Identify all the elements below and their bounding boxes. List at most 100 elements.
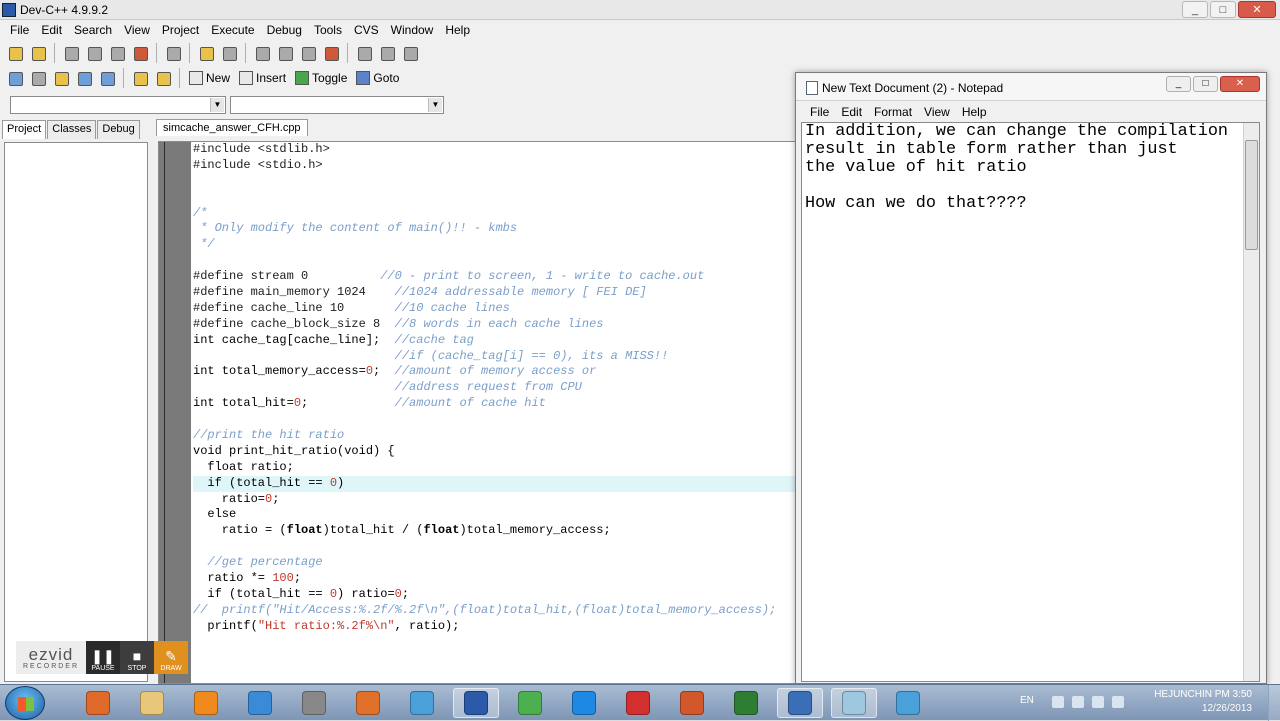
code-line[interactable]: int total_hit=0; //amount of cache hit [193, 396, 797, 412]
code-line[interactable]: //print the hit ratio [193, 428, 797, 444]
project-panel[interactable] [4, 142, 148, 682]
code-line[interactable]: #define cache_line 10 //10 cache lines [193, 301, 797, 317]
ezvid-pause-button[interactable]: ❚❚ PAUSE [86, 641, 120, 674]
undo-icon[interactable] [195, 42, 217, 64]
tab-project[interactable]: Project [2, 120, 47, 139]
code-editor[interactable]: #include <stdlib.h> #include <stdio.h> /*… [158, 141, 798, 684]
taskbar-app-tool-app-2[interactable] [885, 688, 931, 718]
class-combo[interactable]: ▼ [10, 96, 226, 114]
insert-button[interactable]: Insert [235, 67, 290, 89]
code-line[interactable]: //if (cache_tag[i] == 0), its a MISS!! [193, 349, 797, 365]
notepad-close-button[interactable]: ✕ [1220, 76, 1260, 92]
start-button[interactable] [5, 686, 45, 720]
taskbar-app-chrome[interactable] [507, 688, 553, 718]
goto-button[interactable]: Goto [352, 67, 403, 89]
menu-window[interactable]: Window [385, 23, 440, 37]
taskbar-app-notepad[interactable] [831, 688, 877, 718]
code-line[interactable]: ratio = (float)total_hit / (float)total_… [193, 523, 797, 539]
code-line[interactable]: */ [193, 237, 797, 253]
taskbar-app-presentation-app[interactable] [75, 688, 121, 718]
open-project-icon[interactable] [27, 42, 49, 64]
close-file-icon[interactable] [129, 42, 151, 64]
menu-view[interactable]: View [118, 23, 156, 37]
notepad-text-area[interactable]: In addition, we can change the compilati… [801, 122, 1260, 682]
scrollbar-thumb[interactable] [1245, 140, 1258, 250]
code-line[interactable]: else [193, 507, 797, 523]
menu-tools[interactable]: Tools [308, 23, 348, 37]
code-line[interactable]: if (total_hit == 0) [193, 475, 797, 492]
menu-debug[interactable]: Debug [261, 23, 308, 37]
add-file-icon[interactable] [376, 42, 398, 64]
code-line[interactable] [193, 539, 797, 555]
new-file-icon[interactable] [60, 42, 82, 64]
redo-icon[interactable] [218, 42, 240, 64]
taskbar-app-powerpoint[interactable] [669, 688, 715, 718]
file-tab[interactable]: simcache_answer_CFH.cpp [156, 119, 308, 136]
taskbar-app-firefox[interactable] [345, 688, 391, 718]
code-line[interactable] [193, 412, 797, 428]
code-line[interactable]: void print_hit_ratio(void) { [193, 444, 797, 460]
code-line[interactable] [193, 190, 797, 206]
notepad-menu-format[interactable]: Format [868, 105, 918, 119]
about-icon[interactable] [152, 67, 174, 89]
help-icon[interactable] [129, 67, 151, 89]
taskbar-app-tool-app[interactable] [399, 688, 445, 718]
close-button[interactable]: ✕ [1238, 1, 1276, 18]
code-text[interactable]: #include <stdlib.h> #include <stdio.h> /*… [193, 142, 797, 635]
code-line[interactable]: #include <stdlib.h> [193, 142, 797, 158]
member-combo[interactable]: ▼ [230, 96, 444, 114]
taskbar-app-dev-cpp[interactable] [777, 688, 823, 718]
clock[interactable]: HEJUNCHIN PM 3:50 12/26/2013 [1154, 688, 1252, 716]
rebuild-icon[interactable] [73, 67, 95, 89]
taskbar-app-terminal-app[interactable] [723, 688, 769, 718]
menu-project[interactable]: Project [156, 23, 205, 37]
notepad-scrollbar[interactable] [1243, 123, 1259, 681]
notepad-content[interactable]: In addition, we can change the compilati… [805, 123, 1228, 213]
ezvid-draw-button[interactable]: ✎ DRAW [154, 641, 188, 674]
code-line[interactable]: #include <stdio.h> [193, 158, 797, 174]
menu-help[interactable]: Help [439, 23, 476, 37]
code-line[interactable]: ratio=0; [193, 492, 797, 508]
code-line[interactable]: ratio *= 100; [193, 571, 797, 587]
code-line[interactable]: //address request from CPU [193, 380, 797, 396]
code-line[interactable]: // printf("Hit/Access:%.2f/%.2f\n",(floa… [193, 603, 797, 619]
taskbar-app-film-app[interactable] [291, 688, 337, 718]
print-icon[interactable] [162, 42, 184, 64]
volume-icon[interactable] [1092, 696, 1104, 708]
notepad-menu-file[interactable]: File [804, 105, 835, 119]
find-icon[interactable] [251, 42, 273, 64]
replace-icon[interactable] [274, 42, 296, 64]
menu-search[interactable]: Search [68, 23, 118, 37]
toggle-button[interactable]: Toggle [291, 67, 351, 89]
taskbar-app-word[interactable] [453, 688, 499, 718]
code-line[interactable]: float ratio; [193, 460, 797, 476]
compile-run-icon[interactable] [50, 67, 72, 89]
compile-icon[interactable] [4, 67, 26, 89]
tab-debug[interactable]: Debug [97, 120, 140, 139]
taskbar-app-explorer[interactable] [129, 688, 175, 718]
code-line[interactable]: #define stream 0 //0 - print to screen, … [193, 269, 797, 285]
code-line[interactable]: /* [193, 206, 797, 222]
taskbar-app-quicktime[interactable] [561, 688, 607, 718]
notepad-menu-help[interactable]: Help [956, 105, 993, 119]
notepad-minimize-button[interactable]: _ [1166, 76, 1191, 92]
language-indicator[interactable]: EN [1020, 695, 1034, 706]
code-line[interactable]: int cache_tag[cache_line]; //cache tag [193, 333, 797, 349]
notepad-maximize-button[interactable]: □ [1193, 76, 1218, 92]
project-options-icon[interactable] [399, 42, 421, 64]
goto-line-icon[interactable] [320, 42, 342, 64]
code-line[interactable]: if (total_hit == 0) ratio=0; [193, 587, 797, 603]
code-line[interactable]: int total_memory_access=0; //amount of m… [193, 364, 797, 380]
menu-cvs[interactable]: CVS [348, 23, 385, 37]
menu-edit[interactable]: Edit [35, 23, 68, 37]
code-line[interactable]: #define cache_block_size 8 //8 words in … [193, 317, 797, 333]
taskbar-app-internet-explorer[interactable] [237, 688, 283, 718]
run-icon[interactable] [27, 67, 49, 89]
power-icon[interactable] [1112, 696, 1124, 708]
save-icon[interactable] [83, 42, 105, 64]
code-line[interactable]: printf("Hit ratio:%.2f%\n", ratio); [193, 619, 797, 635]
menu-execute[interactable]: Execute [205, 23, 260, 37]
maximize-button[interactable]: □ [1210, 1, 1236, 18]
tab-classes[interactable]: Classes [47, 120, 97, 139]
new-project-icon[interactable] [4, 42, 26, 64]
